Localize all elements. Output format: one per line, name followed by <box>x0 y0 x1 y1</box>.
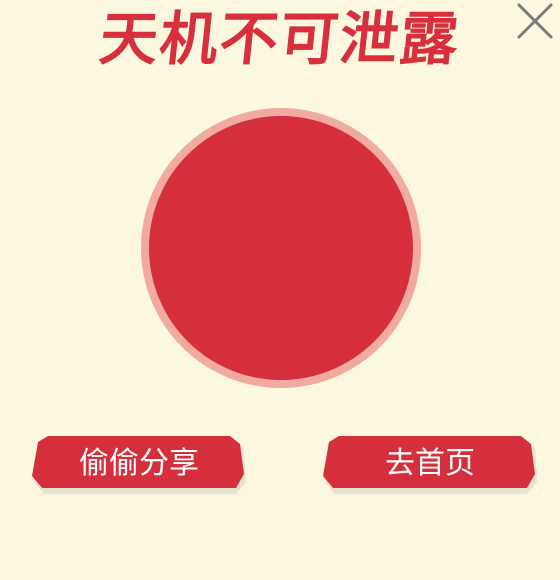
secret-circle <box>149 116 413 380</box>
page-title: 天机不可泄露 <box>96 5 464 73</box>
home-button[interactable]: 去首页 <box>321 436 539 504</box>
share-button-label: 偷偷分享 <box>79 446 199 481</box>
close-button[interactable] <box>513 0 557 44</box>
home-button-label: 去首页 <box>385 446 475 481</box>
close-icon <box>517 3 553 39</box>
share-button[interactable]: 偷偷分享 <box>30 436 248 504</box>
